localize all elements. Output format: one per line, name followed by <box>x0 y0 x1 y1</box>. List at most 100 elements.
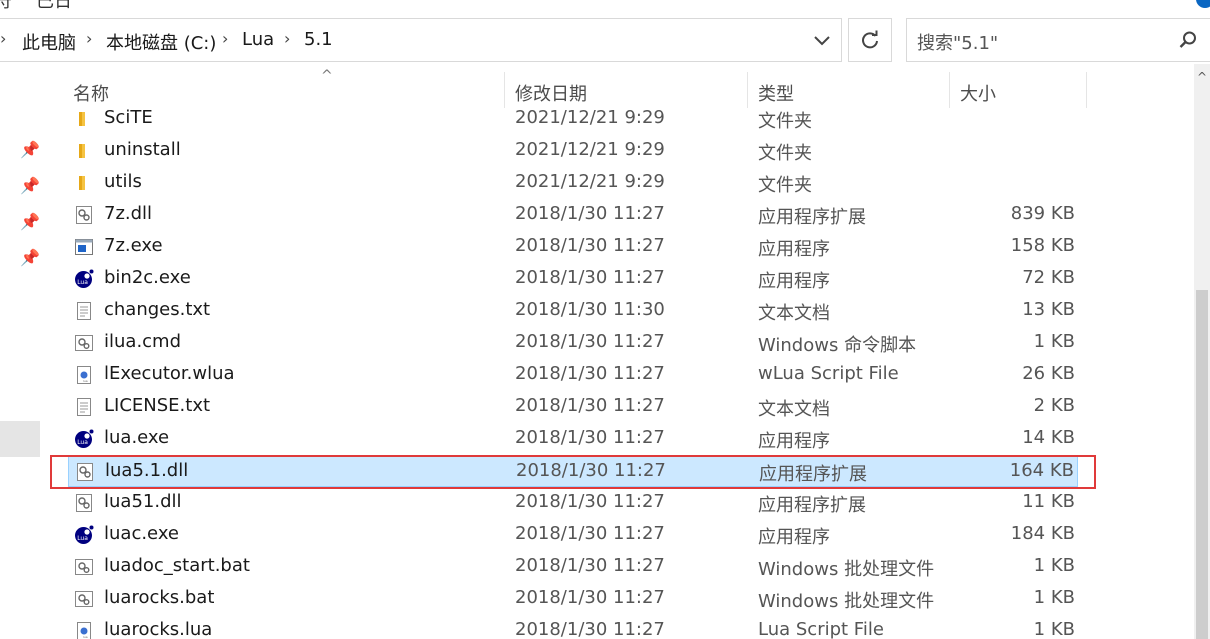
window-title-strip: 符 已日 <box>0 0 1210 12</box>
pin-icon[interactable]: 📌 <box>20 248 40 267</box>
file-name[interactable]: lua.exe <box>104 427 169 448</box>
address-history-dropdown-icon[interactable] <box>809 29 835 51</box>
column-divider[interactable] <box>747 72 748 108</box>
file-type: 应用程序 <box>758 271 830 292</box>
file-type: 应用程序扩展 <box>758 495 866 516</box>
file-name[interactable]: luarocks.lua <box>104 619 212 639</box>
file-row[interactable]: uninstall 2021/12/21 9:29 文件夹 <box>68 136 1078 167</box>
file-name[interactable]: luadoc_start.bat <box>104 555 250 576</box>
svg-text:lua: lua <box>83 635 88 639</box>
title-fragment-left: 符 <box>0 0 12 12</box>
file-name[interactable]: 7z.dll <box>104 203 152 224</box>
text-file-icon <box>74 301 94 321</box>
breadcrumb-this-pc[interactable]: 此电脑 <box>22 29 76 55</box>
file-row[interactable]: 7z.exe 2018/1/30 11:27 应用程序 158 KB <box>68 232 1078 263</box>
search-box[interactable]: 搜索"5.1" <box>906 18 1210 62</box>
file-name[interactable]: luarocks.bat <box>104 587 214 608</box>
column-header: ^ 名称 修改日期 类型 大小 <box>44 64 1190 108</box>
refresh-button[interactable] <box>848 18 892 62</box>
search-icon[interactable] <box>1178 30 1198 55</box>
refresh-icon <box>862 30 878 49</box>
pin-icon[interactable]: 📌 <box>20 140 40 159</box>
file-modified-date: 2021/12/21 9:29 <box>515 107 665 128</box>
file-name[interactable]: lua51.dll <box>104 491 182 512</box>
pin-icon[interactable]: 📌 <box>20 176 40 195</box>
lua-icon: Lua <box>74 429 94 449</box>
file-row[interactable]: luadoc_start.bat 2018/1/30 11:27 Windows 批… <box>68 552 1078 583</box>
file-row[interactable]: lua luarocks.lua 2018/1/30 11:27 Lua Script… <box>68 616 1078 639</box>
file-size: 184 KB <box>1010 523 1075 544</box>
file-modified-date: 2018/1/30 11:27 <box>515 491 665 512</box>
lua-icon: Lua <box>74 525 94 545</box>
svg-text:Lua: Lua <box>77 439 88 446</box>
file-modified-date: 2018/1/30 11:27 <box>515 267 665 288</box>
file-size: 13 KB <box>1022 299 1075 320</box>
file-modified-date: 2018/1/30 11:27 <box>515 395 665 416</box>
file-row[interactable]: SciTE 2021/12/21 9:29 文件夹 <box>68 104 1078 135</box>
column-header-type[interactable]: 类型 <box>758 80 794 106</box>
file-row[interactable]: luarocks.bat 2018/1/30 11:27 Windows 批处理文件… <box>68 584 1078 615</box>
breadcrumb-lua[interactable]: Lua <box>242 29 274 50</box>
file-modified-date: 2018/1/30 11:27 <box>515 587 665 608</box>
file-list: SciTE 2021/12/21 9:29 文件夹 uninstall 2021/12/… <box>44 104 1194 639</box>
svg-text:Lua: Lua <box>77 279 88 286</box>
search-input[interactable]: 搜索"5.1" <box>917 29 998 55</box>
file-type: Windows 命令脚本 <box>758 335 917 356</box>
file-row[interactable]: Lua bin2c.exe 2018/1/30 11:27 应用程序 72 KB <box>68 264 1078 295</box>
file-name[interactable]: SciTE <box>104 107 153 128</box>
file-name[interactable]: 7z.exe <box>104 235 163 256</box>
nav-selected-item[interactable] <box>0 421 40 457</box>
file-type: 应用程序 <box>758 431 830 452</box>
file-size: 14 KB <box>1022 427 1075 448</box>
column-divider[interactable] <box>504 72 505 108</box>
file-name[interactable]: bin2c.exe <box>104 267 191 288</box>
file-type: 文件夹 <box>758 175 812 196</box>
chevron-right-icon[interactable]: › <box>86 29 92 48</box>
file-size: 1 KB <box>1033 331 1075 352</box>
file-name[interactable]: changes.txt <box>104 299 210 320</box>
scroll-up-arrow-icon[interactable]: ^ <box>1194 70 1210 86</box>
chevron-right-icon[interactable]: › <box>222 29 228 48</box>
column-header-name[interactable]: 名称 <box>73 80 109 106</box>
file-size: 26 KB <box>1022 363 1075 384</box>
column-divider[interactable] <box>949 72 950 108</box>
file-name[interactable]: ilua.cmd <box>104 331 181 352</box>
chevron-right-icon[interactable]: › <box>284 29 290 48</box>
file-type: 文件夹 <box>758 111 812 132</box>
file-row[interactable]: 7z.dll 2018/1/30 11:27 应用程序扩展 839 KB <box>68 200 1078 231</box>
file-type: 文本文档 <box>758 399 830 420</box>
highlight-annotation <box>50 455 1096 489</box>
address-bar[interactable]: › 此电脑 › 本地磁盘 (C:) › Lua › 5.1 <box>0 18 842 62</box>
navigation-pane[interactable]: 📌 📌 📌 📌 <box>0 64 44 639</box>
file-row[interactable]: LICENSE.txt 2018/1/30 11:27 文本文档 2 KB <box>68 392 1078 423</box>
file-type: 文本文档 <box>758 303 830 324</box>
file-row[interactable]: lua lExecutor.wlua 2018/1/30 11:27 wLua Scr… <box>68 360 1078 391</box>
file-name[interactable]: lExecutor.wlua <box>104 363 235 384</box>
file-row[interactable]: Lua lua.exe 2018/1/30 11:27 应用程序 14 KB <box>68 424 1078 455</box>
file-name[interactable]: utils <box>104 171 142 192</box>
file-row[interactable]: ilua.cmd 2018/1/30 11:27 Windows 命令脚本 1 KB <box>68 328 1078 359</box>
chevron-right-icon[interactable]: › <box>0 29 6 48</box>
file-name[interactable]: uninstall <box>104 139 181 160</box>
column-divider[interactable] <box>1086 72 1087 108</box>
file-name[interactable]: luac.exe <box>104 523 179 544</box>
file-row[interactable]: Lua luac.exe 2018/1/30 11:27 应用程序 184 KB <box>68 520 1078 551</box>
pin-icon[interactable]: 📌 <box>20 212 40 231</box>
file-type: Lua Script File <box>758 619 884 639</box>
file-row[interactable]: lua51.dll 2018/1/30 11:27 应用程序扩展 11 KB <box>68 488 1078 519</box>
svg-text:lua: lua <box>83 379 88 383</box>
file-size: 72 KB <box>1022 267 1075 288</box>
breadcrumb-local-disk[interactable]: 本地磁盘 (C:) <box>106 29 216 55</box>
file-row[interactable]: utils 2021/12/21 9:29 文件夹 <box>68 168 1078 199</box>
breadcrumb-5-1[interactable]: 5.1 <box>304 29 333 50</box>
column-header-date[interactable]: 修改日期 <box>515 80 587 106</box>
svg-text:Lua: Lua <box>77 535 88 542</box>
file-row[interactable]: changes.txt 2018/1/30 11:30 文本文档 13 KB <box>68 296 1078 327</box>
help-icon[interactable] <box>1196 0 1210 8</box>
file-size: 158 KB <box>1010 235 1075 256</box>
dll-icon <box>74 205 94 225</box>
column-header-size[interactable]: 大小 <box>960 80 996 106</box>
scrollbar-thumb[interactable] <box>1196 290 1208 639</box>
file-type: Windows 批处理文件 <box>758 559 935 580</box>
file-name[interactable]: LICENSE.txt <box>104 395 210 416</box>
